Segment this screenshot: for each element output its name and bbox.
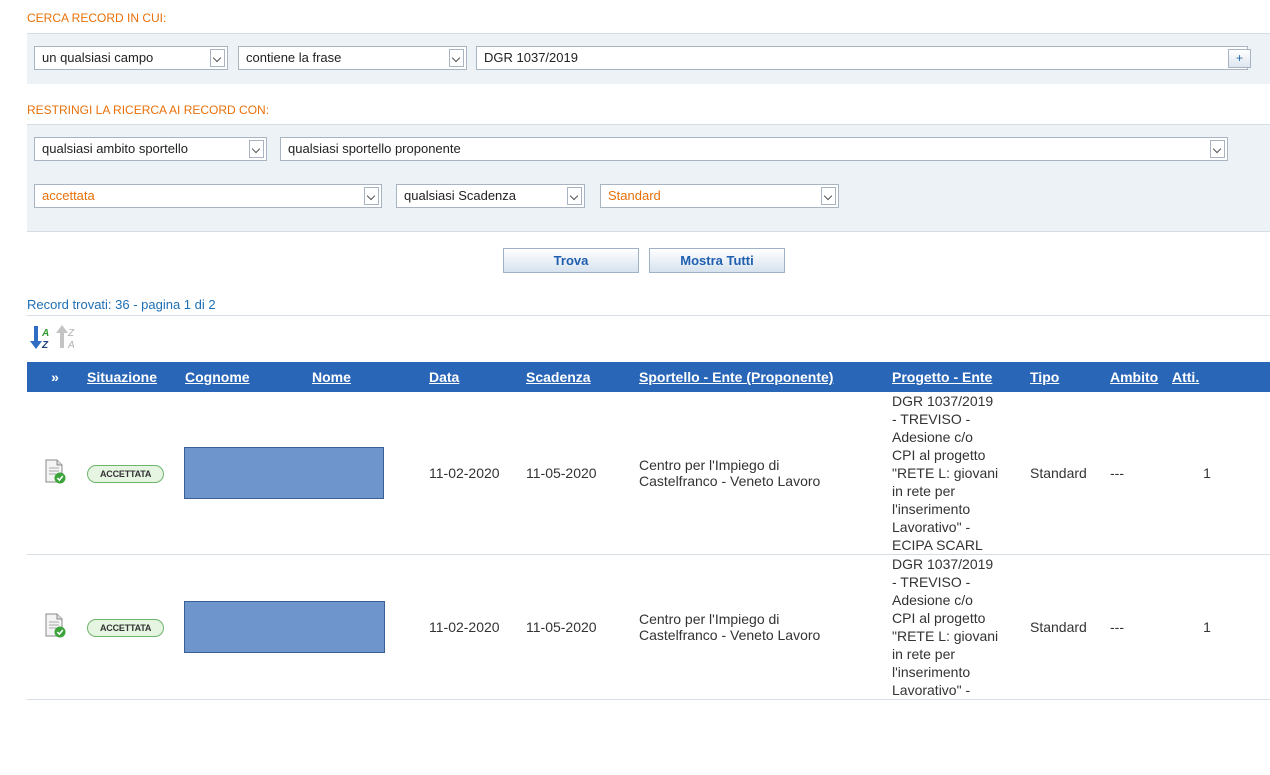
cell-scadenza: 11-05-2020: [522, 392, 635, 555]
operator-select[interactable]: contiene la frase: [238, 46, 467, 70]
progetto-line: CPI al progetto: [892, 610, 986, 626]
column-header-progetto[interactable]: Progetto - Ente: [888, 362, 1026, 392]
column-header-nome[interactable]: Nome: [308, 362, 425, 392]
cell-scadenza: 11-05-2020: [522, 554, 635, 700]
filter-section-title: RESTRINGI LA RICERCA AI RECORD CON:: [27, 103, 270, 117]
column-header-situazione[interactable]: Situazione: [83, 362, 181, 392]
chevron-down-icon: [567, 187, 582, 205]
search-panel: un qualsiasi campo contiene la frase DGR…: [27, 33, 1270, 84]
cell-sportello-line: Centro per l'Impiego di: [639, 611, 780, 627]
chevron-down-icon: [1210, 140, 1225, 158]
search-query-value: DGR 1037/2019: [484, 50, 578, 65]
progetto-line: Lavorativo" -: [892, 682, 971, 698]
document-check-icon[interactable]: [43, 613, 67, 639]
progetto-line: Lavorativo" -: [892, 519, 971, 535]
svg-text:Z: Z: [41, 340, 49, 350]
operator-select-value: contiene la frase: [246, 50, 342, 65]
column-header-scadenza[interactable]: Scadenza: [522, 362, 635, 392]
progetto-line: "RETE L: giovani: [892, 465, 999, 481]
progetto-line: l'inserimento: [892, 664, 971, 680]
cell-progetto: DGR 1037/2019 - TREVISO - Adesione c/o C…: [888, 392, 1026, 555]
field-select[interactable]: un qualsiasi campo: [34, 46, 228, 70]
divider: [27, 315, 1270, 316]
show-all-button[interactable]: Mostra Tutti: [649, 248, 785, 273]
cell-data: 11-02-2020: [425, 392, 522, 555]
progetto-line: l'inserimento: [892, 501, 971, 517]
chevron-down-icon: [210, 49, 225, 67]
column-header-expand[interactable]: »: [27, 362, 83, 392]
search-query-input[interactable]: DGR 1037/2019: [476, 46, 1248, 70]
column-header-cognome[interactable]: Cognome: [181, 362, 308, 392]
progetto-line: ECIPA SCARL: [892, 537, 983, 553]
progetto-line: in rete per: [892, 646, 956, 662]
document-check-icon[interactable]: [43, 459, 67, 485]
chevron-down-icon: [249, 140, 264, 158]
progetto-line: Adesione c/o: [892, 592, 973, 608]
progetto-line: - TREVISO -: [892, 411, 971, 427]
cell-atti[interactable]: 1: [1168, 554, 1270, 700]
progetto-line: in rete per: [892, 483, 956, 499]
column-header-atti[interactable]: Atti.: [1168, 362, 1270, 392]
cell-sportello-line: Centro per l'Impiego di: [639, 457, 780, 473]
find-button[interactable]: Trova: [503, 248, 639, 273]
cell-atti[interactable]: 1: [1168, 392, 1270, 555]
scadenza-select-value: qualsiasi Scadenza: [404, 188, 517, 203]
situazione-select[interactable]: accettata: [34, 184, 382, 208]
column-header-sportello[interactable]: Sportello - Ente (Proponente): [635, 362, 888, 392]
ambito-select-value: qualsiasi ambito sportello: [42, 141, 188, 156]
column-header-tipo[interactable]: Tipo: [1026, 362, 1106, 392]
sort-za-icon[interactable]: Z A: [55, 324, 77, 350]
cell-ambito: ---: [1106, 392, 1168, 555]
progetto-line: DGR 1037/2019: [892, 393, 994, 409]
cell-sportello-line: Castelfranco - Veneto Lavoro: [639, 627, 821, 643]
sort-az-icon[interactable]: A Z: [29, 324, 51, 350]
svg-text:A: A: [67, 340, 75, 350]
progetto-line: "RETE L: giovani: [892, 628, 999, 644]
cell-sportello-line: Castelfranco - Veneto Lavoro: [639, 473, 821, 489]
chevron-down-icon: [364, 187, 379, 205]
cell-tipo: Standard: [1026, 554, 1106, 700]
redacted-name: [184, 601, 385, 653]
progetto-line: - TREVISO -: [892, 574, 971, 590]
tipo-select[interactable]: Standard: [600, 184, 839, 208]
sportello-select-value: qualsiasi sportello proponente: [288, 141, 461, 156]
cell-progetto: DGR 1037/2019 - TREVISO - Adesione c/o C…: [888, 554, 1026, 700]
sportello-select[interactable]: qualsiasi sportello proponente: [280, 137, 1228, 161]
progetto-line: CPI al progetto: [892, 447, 986, 463]
progetto-line: DGR 1037/2019: [892, 556, 994, 572]
cell-sportello: Centro per l'Impiego di Castelfranco - V…: [635, 554, 888, 700]
table-row[interactable]: ACCETTATA 11-02-2020 11-05-2020 Centro p…: [27, 554, 1270, 700]
filter-panel: qualsiasi ambito sportello qualsiasi spo…: [27, 124, 1270, 232]
add-condition-button[interactable]: +: [1228, 49, 1251, 68]
svg-text:A: A: [41, 328, 49, 339]
redacted-name: [184, 447, 384, 499]
cell-data: 11-02-2020: [425, 554, 522, 700]
cell-tipo: Standard: [1026, 392, 1106, 555]
results-table: » Situazione Cognome Nome Data Scadenza …: [27, 362, 1270, 700]
tipo-select-value: Standard: [608, 188, 661, 203]
field-select-value: un qualsiasi campo: [42, 50, 154, 65]
status-badge: ACCETTATA: [87, 618, 165, 637]
chevron-down-icon: [449, 49, 464, 67]
results-summary: Record trovati: 36 - pagina 1 di 2: [27, 297, 216, 312]
scadenza-select[interactable]: qualsiasi Scadenza: [396, 184, 585, 208]
chevron-down-icon: [821, 187, 836, 205]
ambito-select[interactable]: qualsiasi ambito sportello: [34, 137, 267, 161]
table-header-row: » Situazione Cognome Nome Data Scadenza …: [27, 362, 1270, 392]
table-row[interactable]: ACCETTATA 11-02-2020 11-05-2020 Centro p…: [27, 392, 1270, 555]
search-section-title: CERCA RECORD IN CUI:: [27, 11, 167, 25]
situazione-select-value: accettata: [42, 188, 95, 203]
column-header-data[interactable]: Data: [425, 362, 522, 392]
progetto-line: Adesione c/o: [892, 429, 973, 445]
status-badge: ACCETTATA: [87, 464, 165, 483]
cell-sportello: Centro per l'Impiego di Castelfranco - V…: [635, 392, 888, 555]
svg-text:Z: Z: [67, 328, 75, 339]
column-header-ambito[interactable]: Ambito: [1106, 362, 1168, 392]
cell-ambito: ---: [1106, 554, 1168, 700]
